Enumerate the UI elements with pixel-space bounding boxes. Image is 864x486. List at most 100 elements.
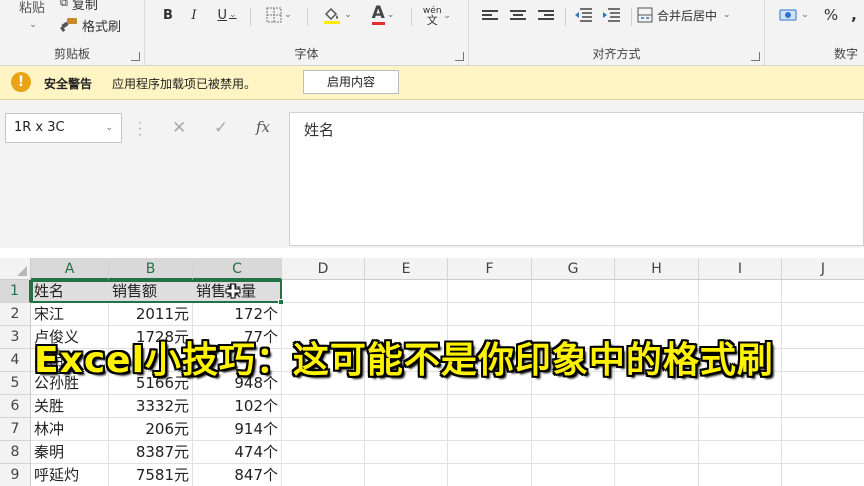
align-right-button[interactable]: [535, 4, 557, 26]
column-header-h[interactable]: H: [615, 258, 699, 280]
cell-i1[interactable]: [699, 280, 782, 303]
phonetic-guide-button[interactable]: wén 文 ⌄: [417, 2, 457, 30]
cell-j4[interactable]: [782, 349, 864, 372]
alignment-launcher-icon[interactable]: [751, 52, 760, 61]
cell-a7[interactable]: 林冲: [31, 418, 109, 441]
cell-b7[interactable]: 206元: [109, 418, 193, 441]
font-color-button[interactable]: A ⌄: [363, 4, 403, 26]
cell-g6[interactable]: [532, 395, 615, 418]
cell-j3[interactable]: [782, 326, 864, 349]
cell-f2[interactable]: [448, 303, 532, 326]
cell-d7[interactable]: [282, 418, 365, 441]
underline-button[interactable]: U ⌄: [211, 4, 243, 26]
insert-function-icon[interactable]: fx: [256, 118, 270, 136]
cell-i6[interactable]: [699, 395, 782, 418]
cell-h2[interactable]: [615, 303, 699, 326]
align-left-button[interactable]: [479, 4, 501, 26]
cell-h9[interactable]: [615, 464, 699, 486]
cell-j6[interactable]: [782, 395, 864, 418]
cell-c7[interactable]: 914个: [193, 418, 282, 441]
cell-j8[interactable]: [782, 441, 864, 464]
cell-e8[interactable]: [365, 441, 448, 464]
column-header-g[interactable]: G: [532, 258, 615, 280]
font-launcher-icon[interactable]: [455, 52, 464, 61]
cell-i7[interactable]: [699, 418, 782, 441]
decrease-indent-button[interactable]: [571, 4, 595, 26]
column-header-f[interactable]: F: [448, 258, 532, 280]
cell-a1[interactable]: 姓名: [31, 280, 109, 303]
name-box[interactable]: 1R x 3C ⌄: [5, 113, 122, 143]
cell-b1[interactable]: 销售额: [109, 280, 193, 303]
increase-indent-button[interactable]: [599, 4, 623, 26]
cell-j1[interactable]: [782, 280, 864, 303]
row-header[interactable]: 6: [0, 395, 31, 418]
column-header-c[interactable]: C: [193, 258, 282, 280]
cell-f6[interactable]: [448, 395, 532, 418]
paste-dropdown[interactable]: ⌄: [24, 14, 40, 36]
cancel-icon[interactable]: ✕: [172, 118, 186, 138]
row-header[interactable]: 4: [0, 349, 31, 372]
cell-d6[interactable]: [282, 395, 365, 418]
cell-h7[interactable]: [615, 418, 699, 441]
cell-d1[interactable]: [282, 280, 365, 303]
cell-i2[interactable]: [699, 303, 782, 326]
cell-b8[interactable]: 8387元: [109, 441, 193, 464]
cell-g9[interactable]: [532, 464, 615, 486]
select-all-button[interactable]: [0, 258, 31, 280]
cell-a9[interactable]: 呼延灼: [31, 464, 109, 486]
row-header[interactable]: 7: [0, 418, 31, 441]
cell-e1[interactable]: [365, 280, 448, 303]
cell-a6[interactable]: 关胜: [31, 395, 109, 418]
cell-d9[interactable]: [282, 464, 365, 486]
cell-j2[interactable]: [782, 303, 864, 326]
cell-i9[interactable]: [699, 464, 782, 486]
cell-c8[interactable]: 474个: [193, 441, 282, 464]
cell-j7[interactable]: [782, 418, 864, 441]
bold-button[interactable]: B: [159, 4, 177, 26]
cell-b6[interactable]: 3332元: [109, 395, 193, 418]
copy-button[interactable]: ⧉ 复制: [60, 0, 120, 14]
column-header-i[interactable]: I: [699, 258, 782, 280]
borders-button[interactable]: ⌄: [261, 4, 297, 26]
column-header-e[interactable]: E: [365, 258, 448, 280]
cell-g1[interactable]: [532, 280, 615, 303]
cell-h6[interactable]: [615, 395, 699, 418]
accounting-format-button[interactable]: ⌄: [775, 4, 813, 26]
row-header[interactable]: 9: [0, 464, 31, 486]
merge-center-button[interactable]: 合并后居中 ⌄: [637, 4, 761, 26]
cell-e7[interactable]: [365, 418, 448, 441]
italic-button[interactable]: I: [185, 4, 203, 26]
row-header[interactable]: 1: [0, 280, 31, 303]
cell-e6[interactable]: [365, 395, 448, 418]
cell-g2[interactable]: [532, 303, 615, 326]
enter-icon[interactable]: ✓: [214, 118, 228, 138]
format-painter-button[interactable]: 格式刷: [60, 14, 130, 36]
fill-handle[interactable]: [278, 299, 284, 305]
cell-c9[interactable]: 847个: [193, 464, 282, 486]
cell-b2[interactable]: 2011元: [109, 303, 193, 326]
cell-b9[interactable]: 7581元: [109, 464, 193, 486]
cell-g8[interactable]: [532, 441, 615, 464]
cell-d2[interactable]: [282, 303, 365, 326]
comma-style-button[interactable]: ,: [847, 4, 861, 26]
cell-h8[interactable]: [615, 441, 699, 464]
cell-e2[interactable]: [365, 303, 448, 326]
formula-input[interactable]: 姓名: [289, 112, 864, 246]
align-center-button[interactable]: [507, 4, 529, 26]
cell-j9[interactable]: [782, 464, 864, 486]
cell-g7[interactable]: [532, 418, 615, 441]
column-header-j[interactable]: J: [782, 258, 864, 280]
enable-content-button[interactable]: 启用内容: [303, 70, 399, 94]
cell-f1[interactable]: [448, 280, 532, 303]
row-header[interactable]: 8: [0, 441, 31, 464]
cell-c6[interactable]: 102个: [193, 395, 282, 418]
cell-h1[interactable]: [615, 280, 699, 303]
cell-j5[interactable]: [782, 372, 864, 395]
row-header[interactable]: 3: [0, 326, 31, 349]
drag-handle-icon[interactable]: · · ·: [138, 117, 142, 141]
cell-a2[interactable]: 宋江: [31, 303, 109, 326]
cell-f9[interactable]: [448, 464, 532, 486]
clipboard-launcher-icon[interactable]: [131, 52, 140, 61]
cell-a8[interactable]: 秦明: [31, 441, 109, 464]
cell-f8[interactable]: [448, 441, 532, 464]
